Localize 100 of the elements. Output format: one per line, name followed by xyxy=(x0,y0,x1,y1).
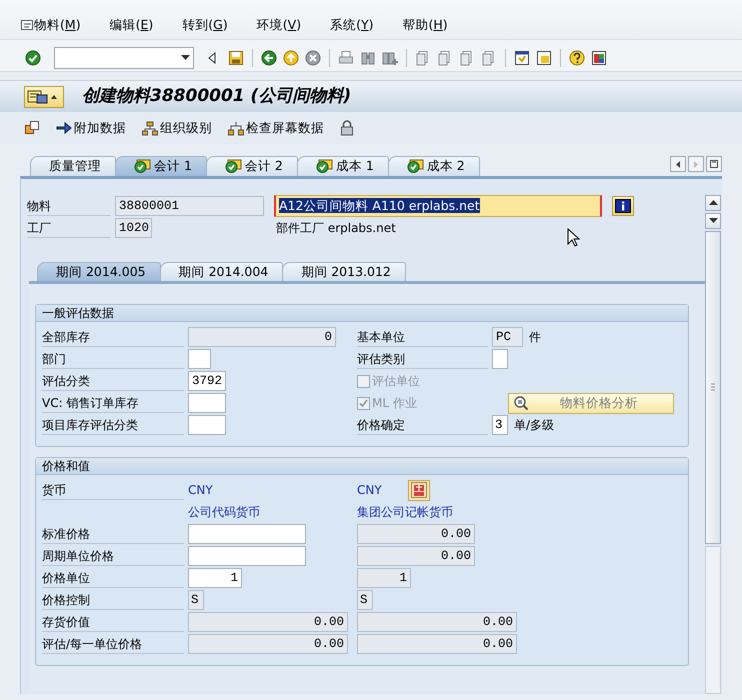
completed-icon xyxy=(224,159,242,174)
other-material-icon[interactable] xyxy=(24,120,40,136)
input-field: 0 xyxy=(188,327,336,347)
input-field[interactable] xyxy=(188,393,226,413)
tab-list-button[interactable] xyxy=(706,156,722,172)
find-icon[interactable] xyxy=(360,50,376,66)
input-field[interactable]: 1 xyxy=(188,568,242,588)
screen-menu-button[interactable] xyxy=(24,86,64,108)
scroll-down-button[interactable] xyxy=(705,212,721,229)
scroll-left-icon xyxy=(674,160,682,168)
tab[interactable]: 会计 2 xyxy=(206,156,298,176)
group-title: 价格和值 xyxy=(36,458,688,475)
scroll-right-icon xyxy=(692,160,700,168)
unit-text: 件 xyxy=(529,329,541,346)
completed-icon xyxy=(134,159,151,174)
hierarchy-icon xyxy=(228,120,244,136)
tab[interactable]: 期间 2014.004 xyxy=(160,262,284,281)
field-label: 基本单位 xyxy=(357,328,488,346)
input-field: 38800001 xyxy=(115,196,264,216)
caret-up-icon xyxy=(51,94,57,100)
menu-item[interactable]: 环境(V) xyxy=(256,16,302,35)
field-label: 价格控制 xyxy=(42,590,184,610)
currency-text: CNY xyxy=(188,482,213,499)
menu-item[interactable]: 编辑(E) xyxy=(110,16,154,35)
price-analysis-button[interactable]: 物料价格分析 xyxy=(508,392,674,414)
input-field: PC xyxy=(492,327,523,347)
field-label: VC: 销售订单库存 xyxy=(42,394,184,412)
magnifier-icon xyxy=(513,395,529,411)
field-label: 全部库存 xyxy=(42,328,184,346)
input-field: 0.00 xyxy=(357,524,475,544)
info-button[interactable] xyxy=(612,196,634,216)
input-field: S xyxy=(188,590,204,610)
group-title: 一般评估数据 xyxy=(36,305,688,322)
print-icon[interactable] xyxy=(338,50,354,66)
menu-item[interactable]: 物料(M) xyxy=(34,16,81,35)
menu-item[interactable]: 转到(G) xyxy=(182,16,228,35)
input-field: 1020 xyxy=(115,218,152,238)
toolbar-button[interactable]: 组织级别 xyxy=(142,118,212,138)
tab[interactable]: 成本 1 xyxy=(296,156,389,176)
input-field[interactable] xyxy=(188,415,226,435)
currency-button[interactable] xyxy=(408,480,430,500)
mouse-cursor-icon xyxy=(567,228,580,248)
input-field[interactable] xyxy=(188,349,211,369)
plant-description: 部件工厂 erplabs.net xyxy=(276,220,396,237)
help-icon[interactable] xyxy=(569,50,585,66)
field-label: 评估分类 xyxy=(42,372,184,390)
toolbar-button[interactable]: 检查屏幕数据 xyxy=(228,118,324,138)
back-icon[interactable] xyxy=(261,50,277,66)
find-next-icon[interactable] xyxy=(382,50,398,66)
tab[interactable]: 期间 2013.012 xyxy=(282,262,406,281)
field-label: 货币 xyxy=(42,480,184,500)
input-field[interactable]: 3 xyxy=(492,415,508,435)
toolbar-button[interactable]: 附加数据 xyxy=(56,118,126,138)
input-field: 0.00 xyxy=(188,634,348,654)
input-field: 0.00 xyxy=(357,546,475,566)
cancel-icon[interactable] xyxy=(305,50,321,66)
field-label: 标准价格 xyxy=(42,524,184,544)
tab[interactable]: 质量管理 xyxy=(30,156,116,176)
shortcut-icon[interactable] xyxy=(536,50,552,66)
tab[interactable]: 成本 2 xyxy=(388,156,480,176)
currency-text: 公司代码货币 xyxy=(188,504,260,521)
org-chart-icon xyxy=(142,120,158,136)
tab-list-icon xyxy=(710,160,718,168)
tab[interactable]: 会计 1 xyxy=(115,156,207,176)
lock-icon[interactable] xyxy=(340,120,354,136)
save-icon[interactable] xyxy=(228,50,244,66)
system-menu-icon[interactable] xyxy=(20,18,34,32)
tab[interactable]: 期间 2014.005 xyxy=(37,262,161,281)
currency-icon xyxy=(410,482,427,498)
caret-down-icon xyxy=(181,54,190,60)
check-icon xyxy=(358,398,369,408)
enter-icon[interactable] xyxy=(25,50,41,66)
input-field[interactable]: A12公司间物料 A110 erplabs.net xyxy=(274,195,602,217)
field-label: 项目库存评估分类 xyxy=(42,416,184,434)
field-label: 周期单位价格 xyxy=(42,546,184,566)
completed-icon xyxy=(406,159,424,174)
new-session-icon[interactable] xyxy=(514,50,530,66)
input-field[interactable] xyxy=(188,546,306,566)
currency-text: CNY xyxy=(357,482,382,499)
input-field[interactable] xyxy=(188,524,306,544)
field-label: 价格单位 xyxy=(42,568,184,588)
grip-icon xyxy=(710,383,716,392)
input-field[interactable] xyxy=(492,349,508,369)
scroll-thumb[interactable] xyxy=(705,230,721,544)
screen-title: 创建物料38800001 (公司间物料) xyxy=(82,84,352,108)
input-field[interactable]: 3792 xyxy=(188,371,226,391)
scroll-left-button[interactable] xyxy=(670,156,686,172)
command-field[interactable] xyxy=(54,46,194,68)
layout-icon[interactable] xyxy=(591,50,607,66)
exit-icon[interactable] xyxy=(283,50,299,66)
screen-icon xyxy=(27,88,49,104)
scroll-up-button[interactable] xyxy=(705,195,721,211)
arrow-icon xyxy=(56,120,72,136)
menu-item[interactable]: 帮助(H) xyxy=(402,16,448,35)
info-icon xyxy=(615,199,631,213)
checkbox: ML 作业 xyxy=(357,394,417,412)
field-label: 评估类别 xyxy=(357,350,488,368)
field-label: 价格确定 xyxy=(357,416,488,434)
input-field: S xyxy=(357,590,373,610)
menu-item[interactable]: 系统(Y) xyxy=(330,16,374,35)
